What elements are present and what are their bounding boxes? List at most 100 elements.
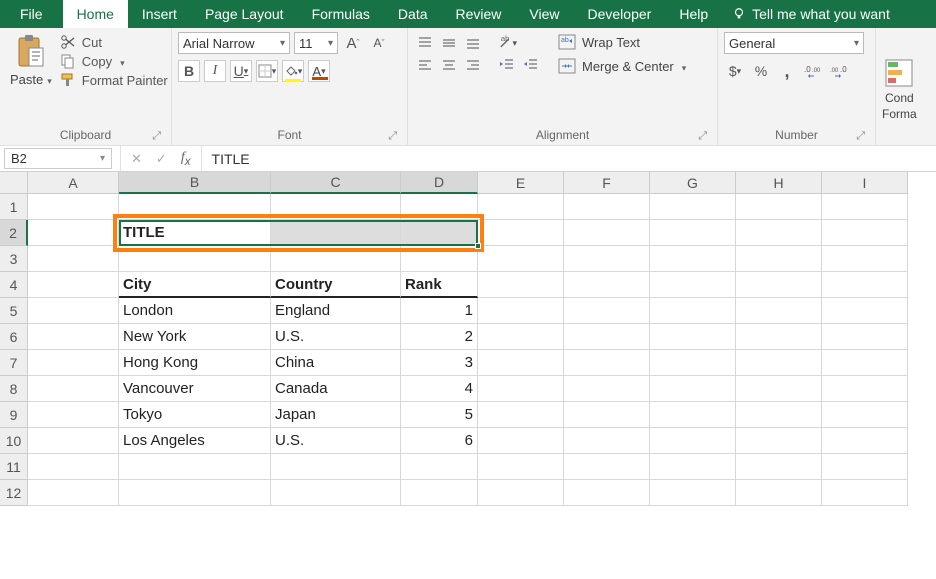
cell-I5[interactable]: [822, 298, 908, 324]
cell-G12[interactable]: [650, 480, 736, 506]
cell-H11[interactable]: [736, 454, 822, 480]
cell-D6[interactable]: 2: [401, 324, 478, 350]
enter-formula-button[interactable]: ✓: [156, 151, 167, 167]
cell-E5[interactable]: [478, 298, 564, 324]
font-size-combo[interactable]: 11▾: [294, 32, 338, 54]
cell-F5[interactable]: [564, 298, 650, 324]
cell-E9[interactable]: [478, 402, 564, 428]
cell-B6[interactable]: New York: [119, 324, 271, 350]
percent-button[interactable]: %: [750, 60, 772, 82]
cell-D12[interactable]: [401, 480, 478, 506]
cell-F1[interactable]: [564, 194, 650, 220]
cell-I4[interactable]: [822, 272, 908, 298]
cell-F12[interactable]: [564, 480, 650, 506]
tab-insert[interactable]: Insert: [128, 0, 191, 28]
currency-button[interactable]: $▾: [724, 60, 746, 82]
cell-G4[interactable]: [650, 272, 736, 298]
paste-button[interactable]: Paste: [6, 32, 56, 89]
col-header-G[interactable]: G: [650, 172, 736, 194]
cell-I1[interactable]: [822, 194, 908, 220]
merge-center-button[interactable]: Merge & Center: [554, 56, 690, 76]
tab-formulas[interactable]: Formulas: [298, 0, 384, 28]
align-center-button[interactable]: [438, 54, 460, 76]
align-middle-button[interactable]: [438, 32, 460, 54]
cell-H5[interactable]: [736, 298, 822, 324]
cell-D11[interactable]: [401, 454, 478, 480]
cell-C11[interactable]: [271, 454, 401, 480]
cell-G11[interactable]: [650, 454, 736, 480]
cell-A2[interactable]: [28, 220, 119, 246]
cell-G6[interactable]: [650, 324, 736, 350]
cell-B7[interactable]: Hong Kong: [119, 350, 271, 376]
cell-F2[interactable]: [564, 220, 650, 246]
cell-E7[interactable]: [478, 350, 564, 376]
cell-G8[interactable]: [650, 376, 736, 402]
row-header-4[interactable]: 4: [0, 272, 28, 298]
cell-B1[interactable]: [119, 194, 271, 220]
row-header-5[interactable]: 5: [0, 298, 28, 324]
decrease-indent-button[interactable]: [496, 54, 518, 76]
row-header-10[interactable]: 10: [0, 428, 28, 454]
cell-E11[interactable]: [478, 454, 564, 480]
cell-D10[interactable]: 6: [401, 428, 478, 454]
fx-button[interactable]: fx: [181, 150, 191, 168]
cell-A8[interactable]: [28, 376, 119, 402]
cell-A1[interactable]: [28, 194, 119, 220]
cell-F3[interactable]: [564, 246, 650, 272]
cell-I11[interactable]: [822, 454, 908, 480]
comma-button[interactable]: ,: [776, 60, 798, 82]
tab-review[interactable]: Review: [442, 0, 516, 28]
cell-A10[interactable]: [28, 428, 119, 454]
increase-indent-button[interactable]: [520, 54, 542, 76]
format-painter-button[interactable]: Format Painter: [60, 72, 168, 88]
cell-I8[interactable]: [822, 376, 908, 402]
cell-H3[interactable]: [736, 246, 822, 272]
cell-H8[interactable]: [736, 376, 822, 402]
cell-I10[interactable]: [822, 428, 908, 454]
cell-I2[interactable]: [822, 220, 908, 246]
cell-A12[interactable]: [28, 480, 119, 506]
row-header-2[interactable]: 2: [0, 220, 28, 246]
cell-C2[interactable]: [271, 220, 401, 246]
cell-C4[interactable]: Country: [271, 272, 401, 298]
cut-button[interactable]: Cut: [60, 34, 168, 50]
cell-A5[interactable]: [28, 298, 119, 324]
italic-button[interactable]: I: [204, 60, 226, 82]
cell-F11[interactable]: [564, 454, 650, 480]
decrease-decimal-button[interactable]: .00.0: [828, 60, 850, 82]
cell-G7[interactable]: [650, 350, 736, 376]
wrap-text-button[interactable]: ab Wrap Text: [554, 32, 690, 52]
cell-E8[interactable]: [478, 376, 564, 402]
cell-D3[interactable]: [401, 246, 478, 272]
col-header-D[interactable]: D: [401, 172, 478, 194]
cell-A11[interactable]: [28, 454, 119, 480]
increase-decimal-button[interactable]: .0.00: [802, 60, 824, 82]
col-header-B[interactable]: B: [119, 172, 271, 194]
row-header-7[interactable]: 7: [0, 350, 28, 376]
tab-developer[interactable]: Developer: [574, 0, 666, 28]
cell-E12[interactable]: [478, 480, 564, 506]
font-color-button[interactable]: A▾: [308, 60, 330, 82]
cell-B5[interactable]: London: [119, 298, 271, 324]
cell-A6[interactable]: [28, 324, 119, 350]
cell-D1[interactable]: [401, 194, 478, 220]
cell-F8[interactable]: [564, 376, 650, 402]
cell-G3[interactable]: [650, 246, 736, 272]
cell-C7[interactable]: China: [271, 350, 401, 376]
number-format-combo[interactable]: General▾: [724, 32, 864, 54]
cell-G5[interactable]: [650, 298, 736, 324]
cell-B4[interactable]: City: [119, 272, 271, 298]
cell-D2[interactable]: [401, 220, 478, 246]
increase-font-button[interactable]: Aˆ: [342, 32, 364, 54]
row-header-11[interactable]: 11: [0, 454, 28, 480]
cell-A3[interactable]: [28, 246, 119, 272]
cell-F6[interactable]: [564, 324, 650, 350]
cell-B12[interactable]: [119, 480, 271, 506]
cell-A9[interactable]: [28, 402, 119, 428]
cell-H1[interactable]: [736, 194, 822, 220]
formula-input[interactable]: TITLE: [201, 146, 936, 171]
row-header-12[interactable]: 12: [0, 480, 28, 506]
cell-D7[interactable]: 3: [401, 350, 478, 376]
cell-H6[interactable]: [736, 324, 822, 350]
cell-H10[interactable]: [736, 428, 822, 454]
